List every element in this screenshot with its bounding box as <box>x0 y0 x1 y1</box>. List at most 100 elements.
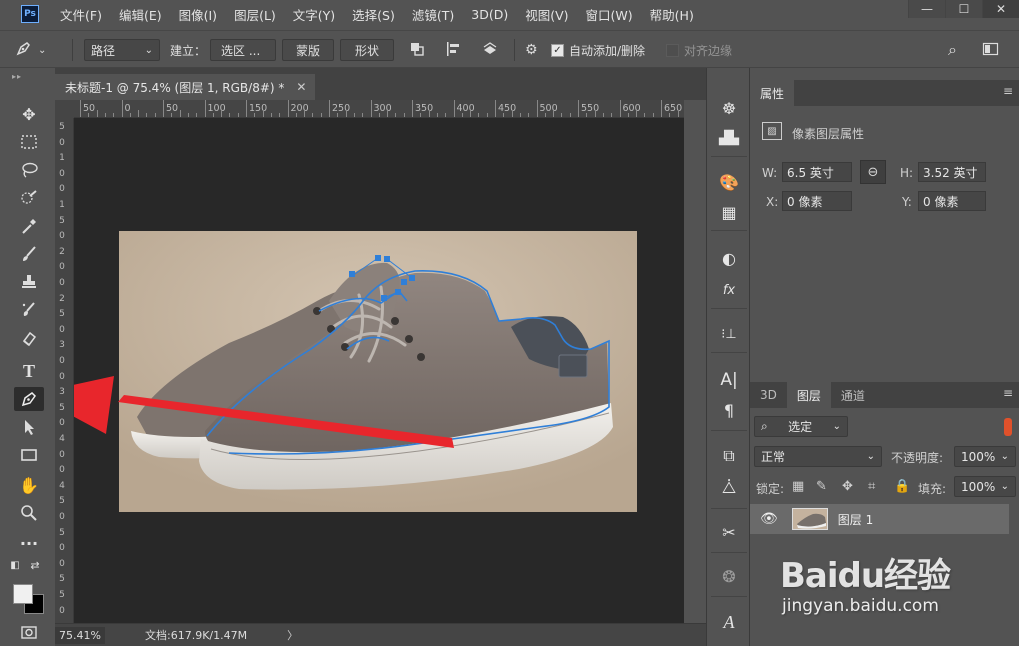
histogram-icon[interactable]: ▟▙ <box>716 126 742 150</box>
menu-window[interactable]: 窗口(W) <box>586 5 633 24</box>
tab-3d[interactable]: 3D <box>750 382 787 408</box>
link-icon[interactable]: ⊖ <box>860 160 886 184</box>
ruler-tick-label: 400 <box>456 103 475 114</box>
ruler-minor-tick <box>611 113 613 117</box>
more-tools-icon[interactable]: ··· <box>14 531 44 555</box>
pen-tool-icon[interactable] <box>14 387 44 411</box>
y-field[interactable]: 0 像素 <box>918 191 986 211</box>
3d-material-icon[interactable]: ⧊ <box>716 476 742 500</box>
rectangle-tool-icon[interactable] <box>14 443 44 467</box>
layer-comps-icon[interactable]: ⧉ <box>716 444 742 468</box>
navigator-icon[interactable]: ☸ <box>716 96 742 120</box>
brush-tool-icon[interactable] <box>14 242 44 266</box>
quick-mask-icon[interactable] <box>14 620 44 644</box>
path-alignment-button[interactable] <box>444 39 462 61</box>
x-field[interactable]: 0 像素 <box>782 191 852 211</box>
tab-properties[interactable]: 属性 <box>750 80 795 106</box>
clone-source-icon[interactable]: ⁝⊥ <box>716 322 742 346</box>
menu-edit[interactable]: 编辑(E) <box>119 5 162 24</box>
eyedropper-tool-icon[interactable] <box>14 214 44 238</box>
brush-settings-icon[interactable]: ❂ <box>716 564 742 588</box>
gear-icon[interactable]: ⚙ <box>525 39 538 61</box>
default-colors-icon[interactable]: ◧ <box>8 558 22 572</box>
minimize-button[interactable]: — <box>908 0 945 18</box>
paragraph-icon[interactable]: ¶ <box>716 398 742 422</box>
shape-button[interactable]: 形状 <box>340 39 394 61</box>
history-brush-tool-icon[interactable] <box>14 298 44 322</box>
path-selection-tool-icon[interactable] <box>14 415 44 439</box>
tools-presets-icon[interactable]: ✂ <box>716 520 742 544</box>
menu-layer[interactable]: 图层(L) <box>234 5 276 24</box>
chevron-right-icon[interactable]: 〉 <box>287 627 298 643</box>
character-icon[interactable]: A| <box>716 368 742 392</box>
lock-artboard-icon[interactable]: ⌗ <box>868 479 875 494</box>
eye-icon[interactable]: 👁 <box>760 511 778 527</box>
swap-colors-icon[interactable]: ⇄ <box>28 558 42 572</box>
tab-layers[interactable]: 图层 <box>786 382 831 408</box>
panel-menu-icon[interactable]: ≡ <box>1003 386 1013 400</box>
quick-selection-tool-icon[interactable] <box>14 186 44 210</box>
make-selection-button[interactable]: 选区 ... <box>210 39 276 61</box>
tab-channels[interactable]: 通道 <box>831 382 875 408</box>
photoshop-logo[interactable]: Ps <box>21 5 39 23</box>
layer-row[interactable]: 👁 图层 1 <box>750 504 1009 534</box>
opacity-field[interactable]: 100% ⌄ <box>954 446 1016 467</box>
glyphs-icon[interactable]: A <box>716 610 742 634</box>
swatches-grid-icon[interactable]: ▦ <box>716 200 742 224</box>
search-icon[interactable]: ⌕ <box>948 39 957 61</box>
ruler-origin[interactable] <box>55 100 74 118</box>
filter-toggle-icon[interactable] <box>1004 418 1012 436</box>
styles-fx-icon[interactable]: fx <box>716 278 742 302</box>
fill-field[interactable]: 100% ⌄ <box>954 476 1016 497</box>
blend-mode-select[interactable]: 正常 ⌄ <box>754 446 882 467</box>
hand-tool-icon[interactable]: ✋ <box>14 473 44 497</box>
menu-image[interactable]: 图像(I) <box>179 5 217 24</box>
panel-menu-icon[interactable]: ≡ <box>1003 84 1013 98</box>
lasso-tool-icon[interactable] <box>14 158 44 182</box>
clone-stamp-tool-icon[interactable] <box>14 270 44 294</box>
close-button[interactable]: ✕ <box>982 0 1019 18</box>
shoe-image[interactable] <box>119 231 637 512</box>
maximize-button[interactable]: ☐ <box>945 0 982 18</box>
eraser-tool-icon[interactable] <box>14 326 44 350</box>
lock-transparent-icon[interactable]: ▦ <box>792 479 804 494</box>
chevron-down-icon: ⌄ <box>1000 451 1009 462</box>
mask-button[interactable]: 蒙版 <box>282 39 334 61</box>
width-field[interactable]: 6.5 英寸 <box>782 162 852 182</box>
workspace-switcher[interactable] <box>982 39 1000 61</box>
close-icon[interactable]: ✕ <box>296 80 306 94</box>
height-field[interactable]: 3.52 英寸 <box>918 162 986 182</box>
horizontal-ruler[interactable]: 50 0 50 100 150 200 250 300 350 400 450 500 550 600 65… <box>74 100 684 118</box>
vertical-ruler[interactable]: 5 0 1 0 0 1 5 0 2 0 0 2 5 0 3 0 0 3 5 0 4 0 0 4 5 0 5 0 0 5 5 0 <box>55 118 74 623</box>
move-tool-icon[interactable]: ✥ <box>14 102 44 126</box>
menu-3d[interactable]: 3D(D) <box>471 7 508 22</box>
foreground-color-swatch[interactable] <box>13 584 33 604</box>
document-tab[interactable]: 未标题-1 @ 75.4% (图层 1, RGB/8#) * ✕ <box>55 74 315 100</box>
layer-name[interactable]: 图层 1 <box>838 511 873 528</box>
zoom-level-field[interactable]: 75.41% <box>55 626 105 644</box>
panel-collapse-grip[interactable]: ▸▸ <box>12 72 22 81</box>
menu-help[interactable]: 帮助(H) <box>650 5 694 24</box>
lock-position-icon[interactable]: ✥ <box>842 479 853 494</box>
zoom-tool-icon[interactable] <box>14 501 44 525</box>
lock-all-icon[interactable]: 🔒 <box>894 479 910 494</box>
type-tool-icon[interactable]: T <box>14 359 44 383</box>
menu-filter[interactable]: 滤镜(T) <box>412 5 454 24</box>
menu-file[interactable]: 文件(F) <box>60 5 102 24</box>
path-arrangement-button[interactable] <box>480 39 500 61</box>
menu-view[interactable]: 视图(V) <box>525 5 568 24</box>
auto-add-delete-checkbox[interactable]: ✓ 自动添加/删除 <box>551 39 645 61</box>
layer-filter-select[interactable]: ⌕ 选定 ⌄ <box>754 416 848 437</box>
tool-preset-picker[interactable]: ⌄ <box>14 39 46 61</box>
adjustments-icon[interactable]: ◐ <box>716 246 742 270</box>
menu-select[interactable]: 选择(S) <box>352 5 395 24</box>
path-operations-button[interactable] <box>408 39 426 61</box>
ruler-minor-tick <box>345 110 347 117</box>
align-edges-checkbox[interactable]: 对齐边缘 <box>666 39 732 61</box>
color-palette-icon[interactable]: 🎨 <box>716 170 742 194</box>
menu-type[interactable]: 文字(Y) <box>293 5 335 24</box>
canvas-workspace[interactable] <box>74 118 684 623</box>
marquee-tool-icon[interactable] <box>14 130 44 154</box>
lock-pixels-icon[interactable]: ✎ <box>816 479 827 494</box>
pen-mode-select[interactable]: 路径 ⌄ <box>84 39 160 61</box>
